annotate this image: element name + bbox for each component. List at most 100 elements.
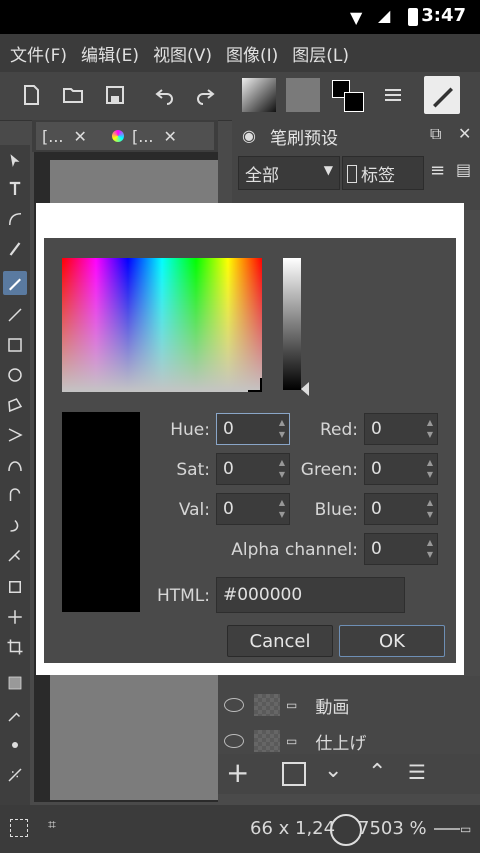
save-icon[interactable] — [100, 80, 130, 110]
polyline-tool-icon[interactable] — [3, 423, 27, 447]
layer-thumbnail — [254, 694, 280, 716]
new-document-icon[interactable] — [16, 80, 46, 110]
monitor-icon[interactable]: ▭ — [460, 822, 471, 836]
tab-document-1[interactable]: [... ✕ — [36, 122, 108, 150]
value-slider[interactable] — [283, 258, 301, 390]
dynamic-brush-icon[interactable] — [3, 513, 27, 537]
folder-icon: ▭ — [286, 698, 298, 712]
fit-icon[interactable]: ⌗ — [48, 817, 56, 833]
red-spinbox[interactable]: 0 ▲ ▼ — [364, 413, 438, 445]
layer-row[interactable]: ▭ 動画 — [218, 688, 480, 722]
ellipse-tool-icon[interactable] — [3, 363, 27, 387]
polygon-tool-icon[interactable] — [3, 393, 27, 417]
assistant-tool-icon[interactable] — [3, 763, 27, 787]
layer-properties-icon[interactable]: ☰ — [408, 760, 426, 784]
edit-shapes-icon[interactable] — [3, 207, 27, 231]
crop-tool-icon[interactable] — [3, 635, 27, 659]
close-icon[interactable]: ✕ — [164, 127, 177, 146]
hue-label: Hue: — [170, 420, 210, 440]
docker-lock-icon[interactable]: ◉ — [242, 126, 256, 145]
move-tool-icon[interactable] — [3, 605, 27, 629]
sat-spinbox[interactable]: 0 ▲ ▼ — [216, 453, 290, 485]
move-layer-up-icon[interactable]: ⌃ — [368, 760, 386, 785]
add-layer-icon[interactable]: + — [226, 756, 249, 789]
close-icon[interactable]: ✕ — [74, 127, 87, 146]
toolbox — [0, 145, 30, 805]
main-toolbar — [0, 72, 480, 121]
menu-layer[interactable]: 图层(L) — [292, 41, 349, 66]
bezier-tool-icon[interactable] — [3, 453, 27, 477]
spin-arrows-icon[interactable]: ▲ ▼ — [425, 497, 435, 521]
menu-icon[interactable]: ≡ — [430, 160, 445, 181]
undo-icon[interactable] — [150, 80, 180, 110]
freehand-path-icon[interactable] — [3, 483, 27, 507]
val-label: Val: — [178, 500, 210, 520]
duplicate-layer-icon[interactable] — [282, 762, 306, 786]
spin-arrows-icon[interactable]: ▲ ▼ — [277, 457, 287, 481]
menu-image[interactable]: 图像(I) — [226, 41, 278, 66]
redo-icon[interactable] — [190, 80, 220, 110]
open-folder-icon[interactable] — [58, 80, 88, 110]
spin-arrows-icon[interactable]: ▲ ▼ — [277, 497, 287, 521]
menu-file[interactable]: 文件(F) — [10, 41, 67, 66]
red-label: Red: — [319, 420, 358, 440]
brush-tool-icon[interactable] — [3, 271, 27, 295]
color-swatch-icon[interactable] — [330, 78, 366, 114]
brush-filter-select[interactable]: 全部 ▼ — [238, 156, 340, 190]
gradient-swatch[interactable] — [242, 78, 276, 112]
spin-arrows-icon[interactable]: ▲ ▼ — [425, 457, 435, 481]
line-tool-icon[interactable] — [3, 303, 27, 327]
picker-marker — [248, 378, 262, 392]
cancel-button[interactable]: Cancel — [227, 625, 333, 657]
battery-icon — [408, 8, 418, 26]
html-color-input[interactable]: #000000 — [216, 577, 405, 613]
visibility-icon[interactable] — [224, 734, 244, 748]
smart-patch-icon[interactable] — [3, 733, 27, 757]
wifi-icon: ▼ — [350, 8, 363, 27]
gradient-tool-icon[interactable] — [3, 671, 27, 695]
pattern-swatch[interactable] — [286, 78, 320, 112]
zoom-slider[interactable] — [434, 828, 460, 830]
hue-saturation-picker[interactable] — [62, 258, 262, 392]
chevron-down-icon: ▼ — [323, 163, 333, 177]
multibrush-icon[interactable] — [3, 543, 27, 567]
spin-arrows-icon[interactable]: ▲ ▼ — [425, 417, 435, 441]
ok-button[interactable]: OK — [339, 625, 445, 657]
eyedropper-icon[interactable] — [3, 703, 27, 727]
transform-tool-icon[interactable] — [3, 575, 27, 599]
folder-icon: ▭ — [286, 734, 298, 748]
alpha-label: Alpha channel: — [231, 540, 358, 560]
calligraphy-icon[interactable] — [3, 237, 27, 261]
selection-icon[interactable] — [10, 819, 28, 837]
close-docker-icon[interactable]: ✕ — [458, 124, 471, 143]
brush-tag-button[interactable]: 标签 — [342, 156, 424, 190]
document-tabs: [... ✕ [... ✕ — [32, 120, 218, 152]
brush-preset-icon[interactable] — [424, 76, 460, 114]
menu-edit[interactable]: 编辑(E) — [81, 41, 139, 66]
layer-row[interactable]: ▭ 仕上げ — [218, 724, 480, 758]
blue-spinbox[interactable]: 0 ▲ ▼ — [364, 493, 438, 525]
float-docker-icon[interactable]: ⧉ — [430, 124, 441, 144]
signal-icon: ◢ — [378, 6, 391, 25]
hue-spinbox[interactable]: 0 ▲ ▼ — [216, 413, 290, 445]
sat-label: Sat: — [176, 460, 210, 480]
blue-label: Blue: — [314, 500, 358, 520]
zoom-level[interactable]: 7503 % — [358, 818, 427, 839]
spin-arrows-icon[interactable]: ▲ ▼ — [277, 417, 287, 441]
docker-options-icon[interactable]: ▤ — [456, 160, 471, 179]
spin-arrows-icon[interactable]: ▲ ▼ — [425, 537, 435, 561]
rectangle-tool-icon[interactable] — [3, 333, 27, 357]
value-slider-handle[interactable] — [301, 382, 309, 396]
val-spinbox[interactable]: 0 ▲ ▼ — [216, 493, 290, 525]
text-tool-icon[interactable] — [3, 177, 27, 201]
green-spinbox[interactable]: 0 ▲ ▼ — [364, 453, 438, 485]
menu-view[interactable]: 视图(V) — [153, 41, 212, 66]
brush-settings-icon[interactable] — [378, 80, 408, 110]
move-layer-down-icon[interactable]: ⌄ — [324, 758, 342, 783]
layers-toolbar: + ⌄ ⌃ ☰ — [218, 754, 480, 794]
alpha-spinbox[interactable]: 0 ▲ ▼ — [364, 533, 438, 565]
visibility-icon[interactable] — [224, 698, 244, 712]
select-arrow-icon[interactable] — [3, 149, 27, 173]
krita-logo-icon — [112, 130, 124, 142]
tab-document-2[interactable]: [... ✕ — [106, 122, 214, 150]
